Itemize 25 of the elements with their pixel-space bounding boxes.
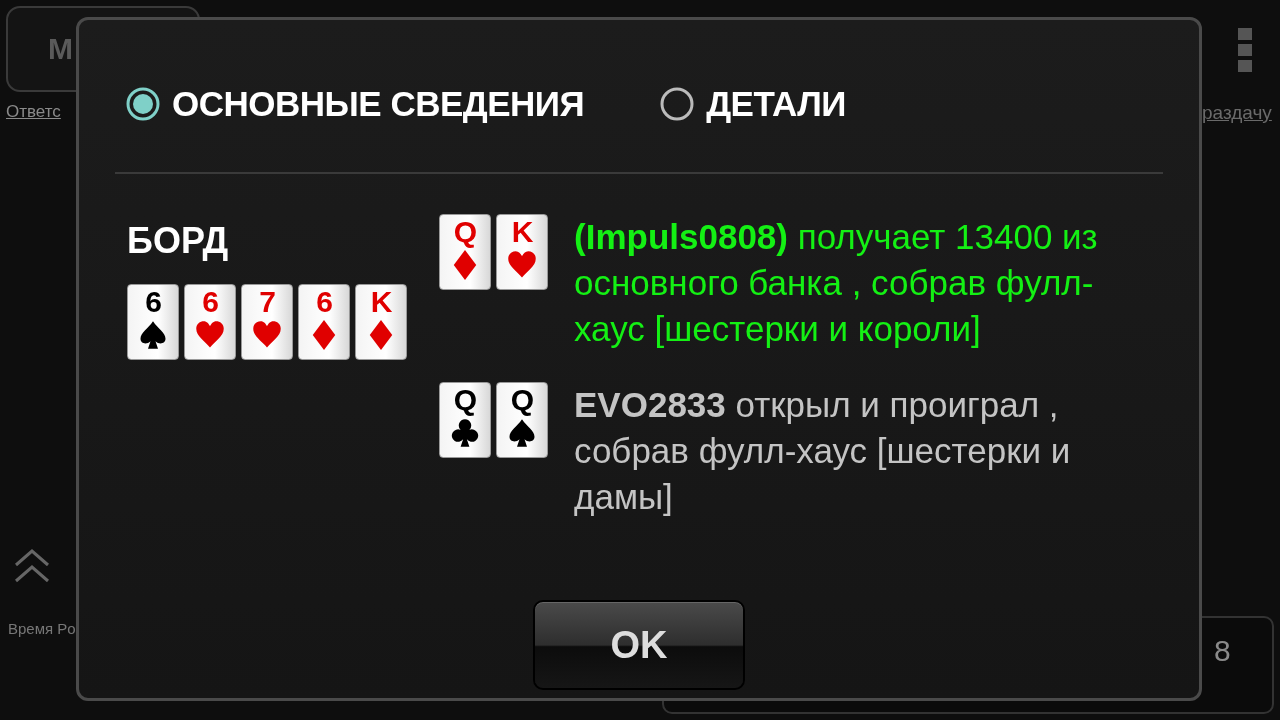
club-icon <box>450 417 480 449</box>
more-icon[interactable] <box>1238 28 1252 72</box>
spade-icon <box>138 319 168 351</box>
hand-result-text: EVO2833 открыл и проиграл , собрав фулл-хаус [шестерки и дамы] <box>574 384 1072 518</box>
radio-icon[interactable] <box>660 87 695 121</box>
card-rank: 6 <box>316 285 332 319</box>
radio-tab[interactable]: ДЕТАЛИ <box>660 82 847 126</box>
card-rank: Q <box>453 215 477 249</box>
card-rank: K <box>370 285 392 319</box>
link[interactable]: раздачу <box>1202 102 1272 124</box>
card-rank: Q <box>453 383 477 417</box>
radio-tab[interactable]: ОСНОВНЫЕ СВЕДЕНИЯ <box>126 82 585 126</box>
card-rank: 6 <box>145 285 161 319</box>
card-rank: 6 <box>202 285 218 319</box>
spade-icon <box>507 417 537 449</box>
radio-icon[interactable] <box>126 87 160 121</box>
card-rank: K <box>511 215 533 249</box>
chat-message: 8 <box>1214 634 1231 668</box>
card-rank: Q <box>510 383 534 417</box>
ok-button[interactable]: OK <box>533 600 745 690</box>
link[interactable]: Ответс <box>6 102 61 122</box>
card-rank: 7 <box>259 285 275 319</box>
hand-result-text: (Impuls0808) получает 13400 из основного банка , собрав фулл-хаус [шестерки и короли] <box>574 216 1099 350</box>
board-title: БОРД <box>127 220 230 262</box>
clock-text: Время Po <box>8 620 76 637</box>
